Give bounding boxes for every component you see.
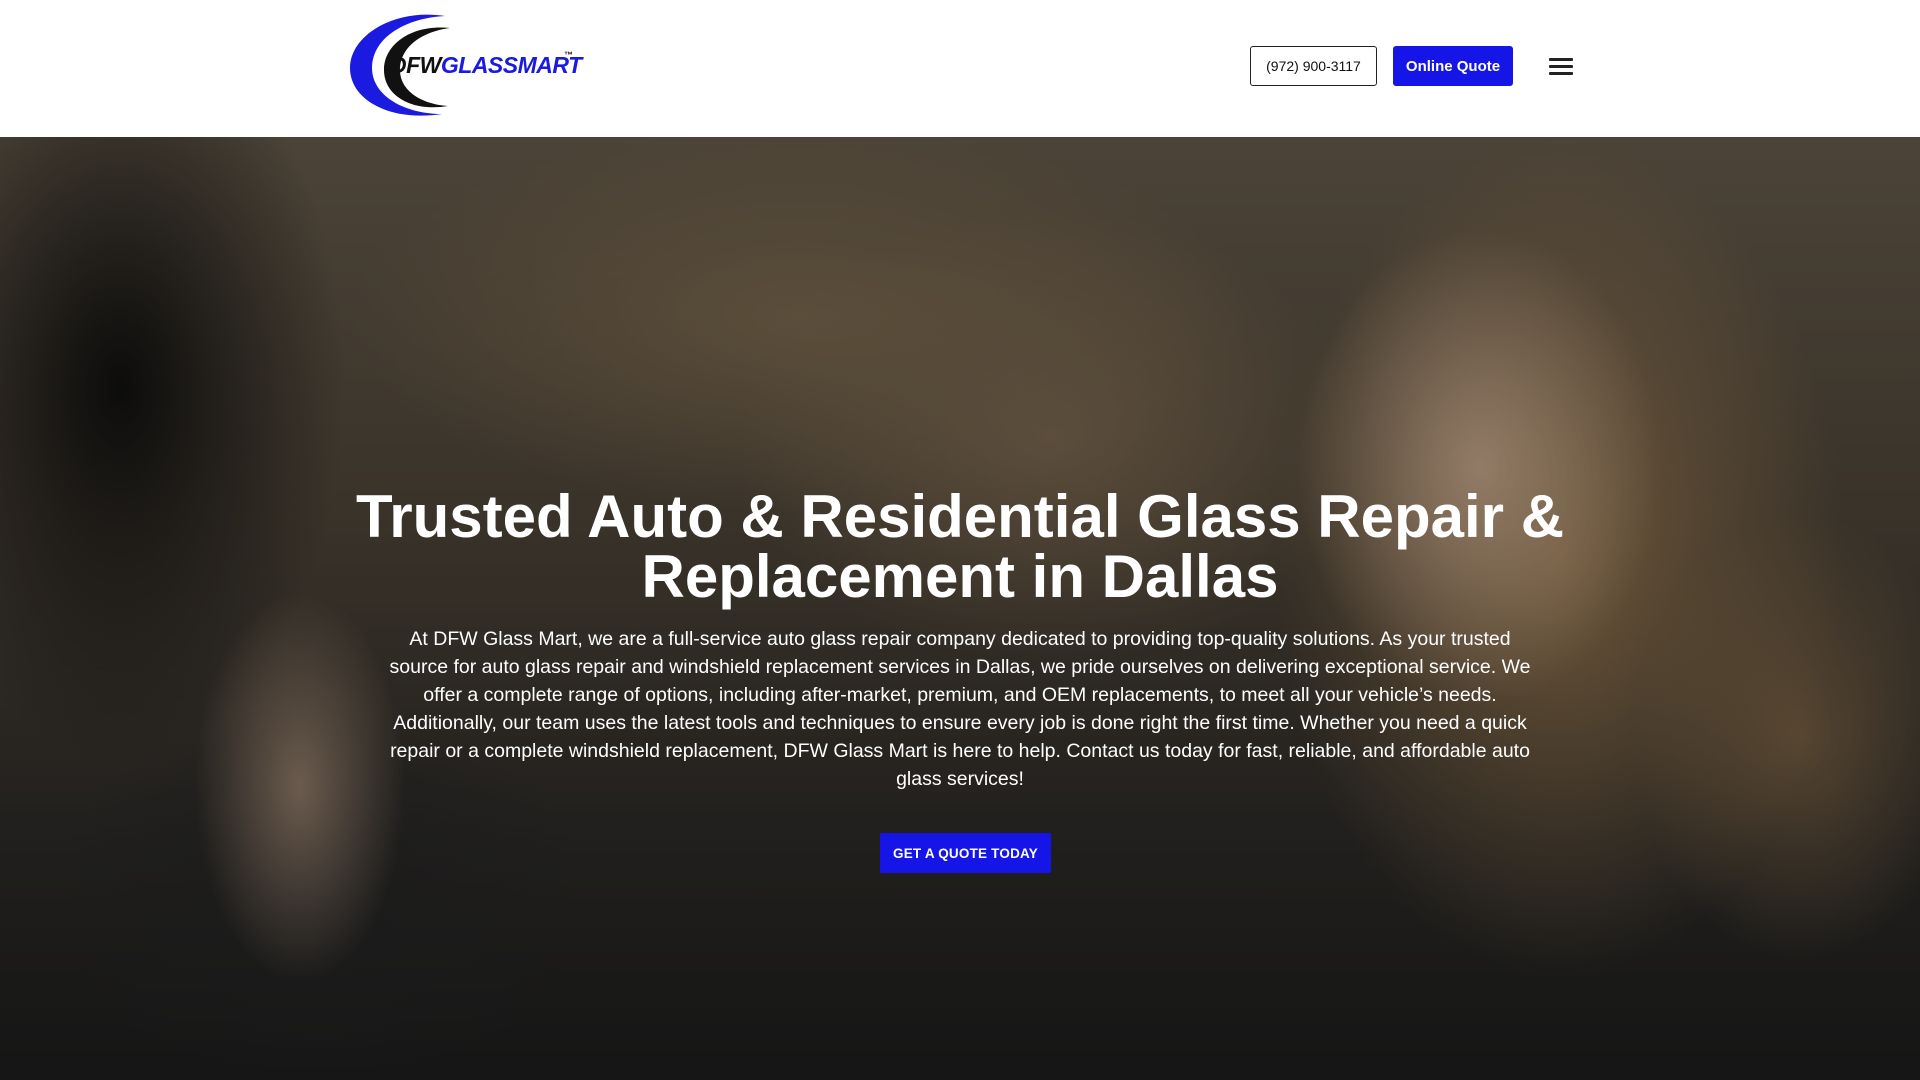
- logo-text-dfw: DFW: [390, 52, 441, 78]
- get-quote-button[interactable]: GET A QUOTE TODAY: [880, 833, 1051, 873]
- hero-section: Trusted Auto & Residential Glass Repair …: [0, 137, 1920, 1080]
- site-header: DFWGLASSMART ™ (972) 900-3117 Online Quo…: [0, 0, 1920, 137]
- menu-bar: [1549, 71, 1573, 75]
- hamburger-menu-icon[interactable]: [1546, 54, 1576, 78]
- hero-description: At DFW Glass Mart, we are a full-service…: [389, 628, 1531, 790]
- menu-bar: [1549, 64, 1573, 68]
- logo-text-glassmart: GLASSMART: [440, 52, 582, 78]
- logo-trademark: ™: [564, 50, 573, 60]
- logo-wordmark: DFWGLASSMART: [390, 52, 582, 79]
- hero-content: Trusted Auto & Residential Glass Repair …: [0, 137, 1920, 1080]
- hero-title: Trusted Auto & Residential Glass Repair …: [355, 483, 1565, 610]
- menu-bar: [1549, 57, 1573, 61]
- phone-button[interactable]: (972) 900-3117: [1250, 46, 1377, 86]
- online-quote-button[interactable]: Online Quote: [1393, 46, 1513, 86]
- logo-link[interactable]: DFWGLASSMART ™: [350, 10, 582, 120]
